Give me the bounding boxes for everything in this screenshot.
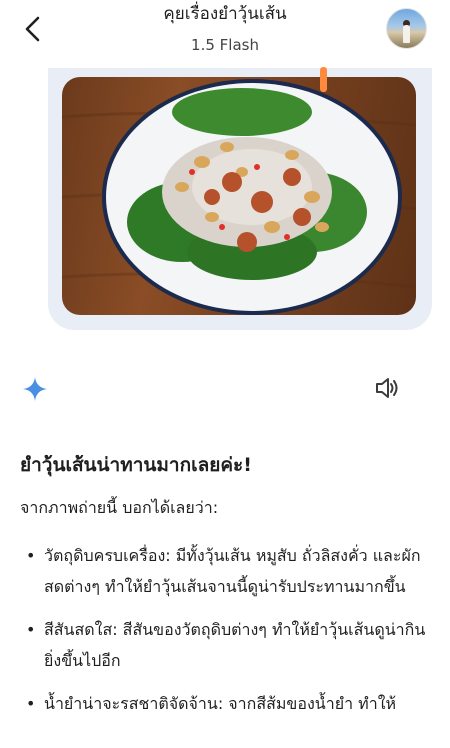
avatar-figure xyxy=(403,25,410,43)
speaker-icon[interactable] xyxy=(374,376,400,400)
back-button[interactable] xyxy=(18,14,48,44)
model-label[interactable]: 1.5 Flash xyxy=(90,36,360,54)
response-heading: ยำวุ้นเส้นน่าทานมากเลยค่ะ! xyxy=(20,454,252,476)
list-item: สีสันสดใส: สีสันของวัตถุดิบต่างๆ ทำให้ยำ… xyxy=(20,614,440,676)
chat-title[interactable]: คุยเรื่องยำวุ้นเส้น xyxy=(90,3,360,25)
salad-plate-illustration xyxy=(62,79,416,315)
chevron-left-icon xyxy=(25,16,40,42)
uploaded-photo[interactable] xyxy=(62,77,416,315)
list-item: น้ำยำน่าจะรสชาติจัดจ้าน: จากสีส้มของน้ำย… xyxy=(20,688,440,719)
image-marker xyxy=(320,67,327,92)
sparkle-icon xyxy=(23,377,47,401)
app-header: คุยเรื่องยำวุ้นเส้น 1.5 Flash xyxy=(0,0,450,64)
avatar[interactable] xyxy=(386,8,427,49)
list-item: วัตถุดิบครบเครื่อง: มีทั้งวุ้นเส้น หมูสั… xyxy=(20,540,440,602)
response-list: วัตถุดิบครบเครื่อง: มีทั้งวุ้นเส้น หมูสั… xyxy=(20,540,440,731)
header-title-group: คุยเรื่องยำวุ้นเส้น 1.5 Flash xyxy=(90,0,360,54)
response-intro: จากภาพถ่ายนี้ บอกได้เลยว่า: xyxy=(20,498,219,517)
